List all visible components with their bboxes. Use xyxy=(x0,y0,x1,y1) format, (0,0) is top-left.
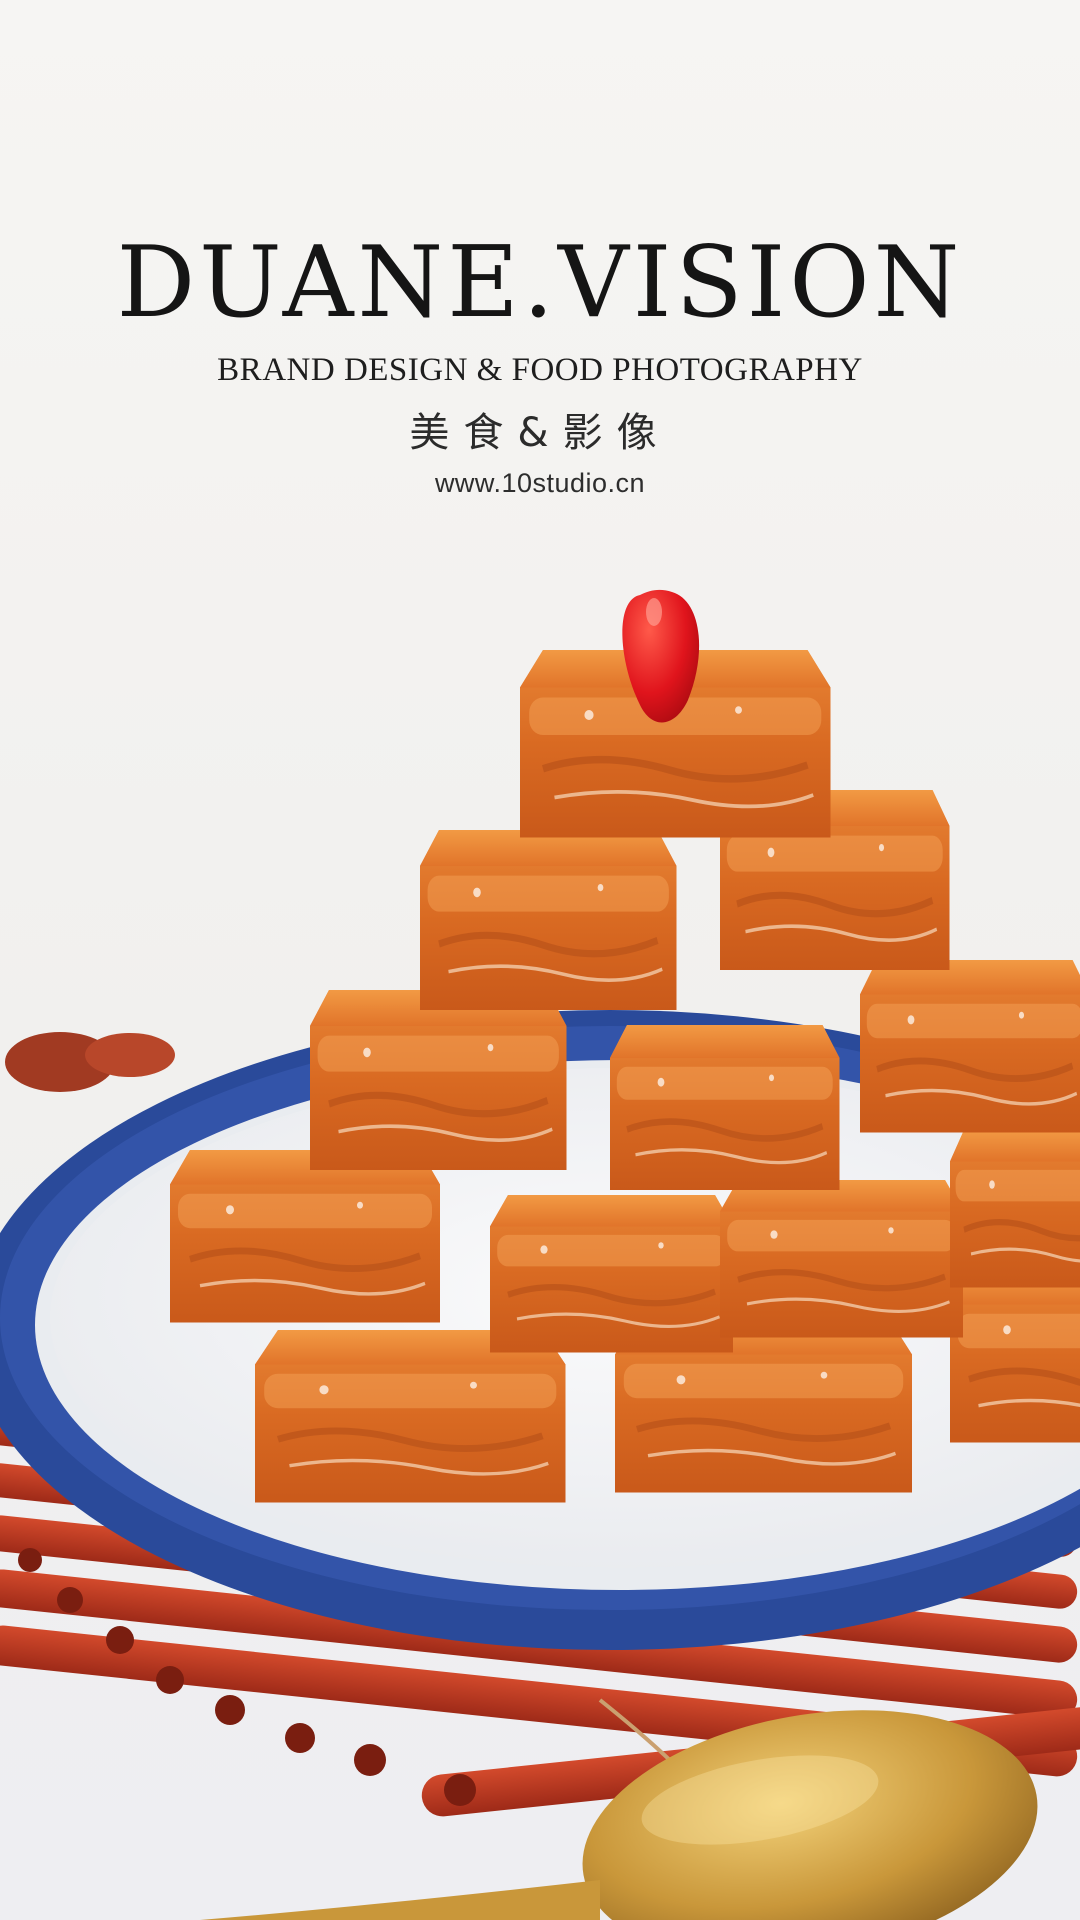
website-link[interactable]: www.10studio.cn xyxy=(0,468,1080,499)
brand-title: DUANE.VISION xyxy=(116,226,964,340)
brand-header: DUANE.VISION BRAND DESIGN & FOOD PHOTOGR… xyxy=(0,0,1080,520)
brand-chinese-tagline: 美食&影像 xyxy=(409,410,671,456)
brand-subtitle: BRAND DESIGN & FOOD PHOTOGRAPHY xyxy=(217,352,863,388)
